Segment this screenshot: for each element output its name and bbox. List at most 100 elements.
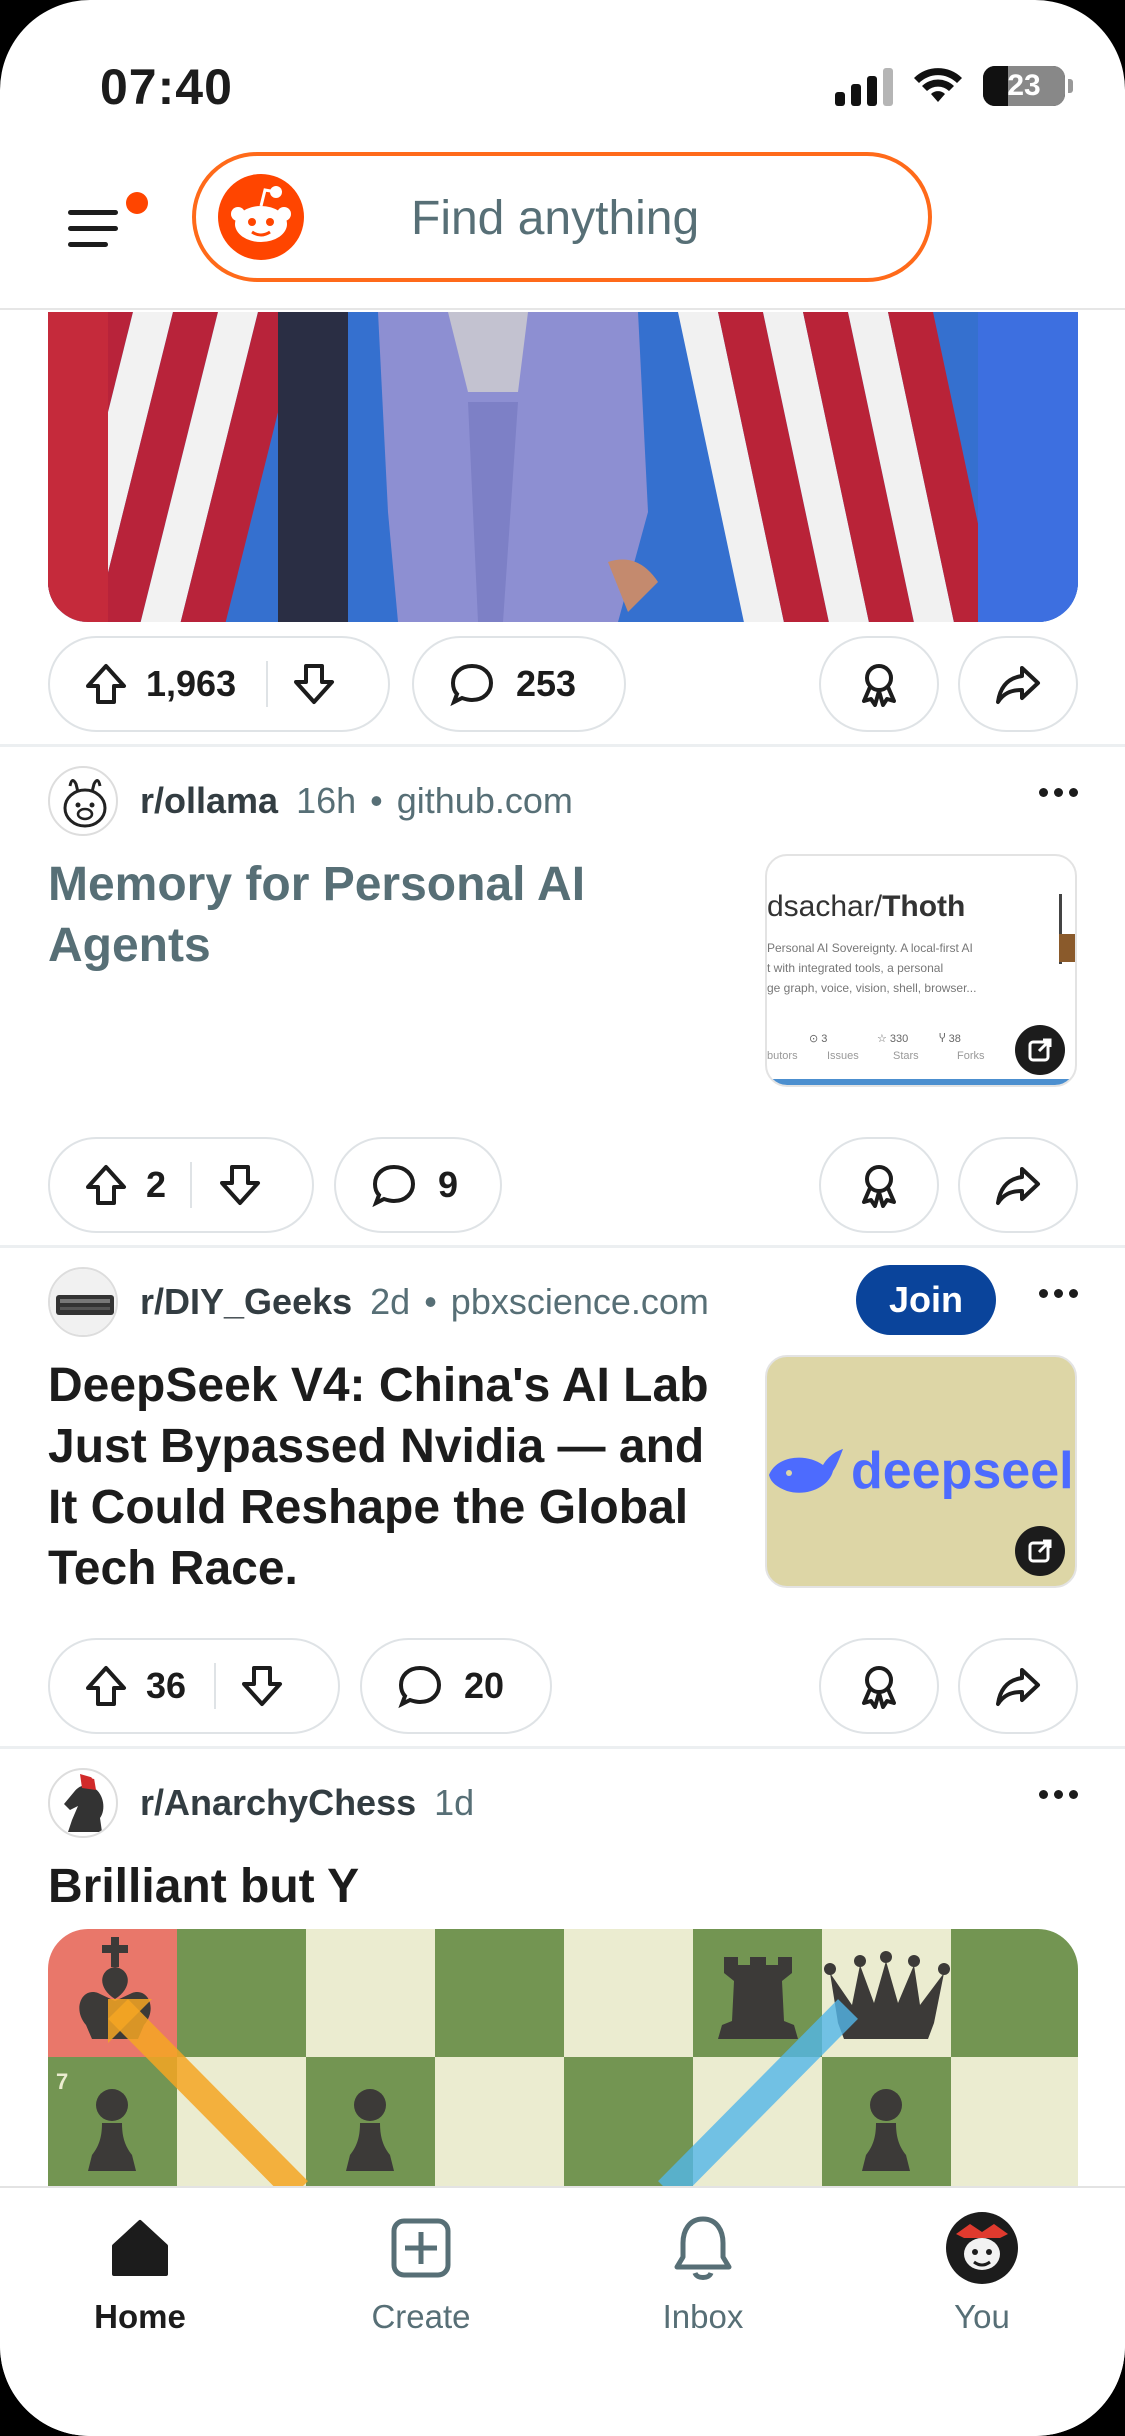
award-icon — [862, 664, 896, 707]
post-header: r/ollama 16h • github.com — [48, 766, 1078, 836]
battery-level: 23 — [1007, 69, 1041, 102]
thumb-heading: dsachar/Thoth — [767, 890, 966, 923]
post-actions: 2 9 — [48, 1137, 1078, 1233]
post-separator — [0, 744, 1125, 747]
status-bar: 07:40 23 — [0, 0, 1125, 150]
comment-icon — [372, 1164, 416, 1208]
downvote-icon[interactable] — [292, 662, 336, 706]
join-button[interactable]: Join — [856, 1265, 996, 1335]
nav-you-label: You — [954, 2298, 1010, 2335]
post-separator — [0, 1245, 1125, 1248]
status-icons: 23 — [835, 62, 1073, 110]
post-domain: pbxscience.com — [450, 1281, 709, 1322]
subreddit-name[interactable]: r/DIY_Geeks — [140, 1281, 352, 1323]
meta-dot: • — [424, 1281, 437, 1322]
share-button[interactable] — [958, 1137, 1078, 1233]
downvote-icon[interactable] — [240, 1664, 284, 1708]
subreddit-name[interactable]: r/AnarchyChess — [140, 1782, 416, 1824]
bottom-nav: Home Create Inbox You — [0, 2186, 1125, 2436]
thumb-bar — [767, 1079, 1075, 1085]
post-age: 2d — [370, 1281, 411, 1322]
home-icon — [40, 2208, 240, 2288]
wifi-icon — [914, 68, 962, 102]
top-bar: Find anything — [0, 140, 1125, 310]
post-image[interactable] — [48, 312, 1078, 622]
subreddit-avatar-diy-geeks[interactable] — [48, 1267, 118, 1337]
search-placeholder: Find anything — [411, 192, 700, 245]
subreddit-name[interactable]: r/ollama — [140, 780, 278, 822]
external-link-icon — [1015, 1526, 1065, 1576]
comments-button[interactable]: 20 — [360, 1638, 552, 1734]
post-title[interactable]: Brilliant but Y — [48, 1856, 359, 1917]
post-age: 1d — [434, 1782, 475, 1823]
comments-button[interactable]: 253 — [412, 636, 626, 732]
create-plus-icon — [321, 2208, 521, 2288]
award-button[interactable] — [819, 636, 939, 732]
deepseek-whale-icon — [769, 1449, 843, 1493]
more-options-icon[interactable] — [1039, 1790, 1078, 1799]
nav-inbox[interactable]: Inbox — [603, 2208, 803, 2336]
battery-icon: 23 — [983, 66, 1073, 106]
post-actions: 36 20 — [48, 1638, 1078, 1734]
comment-count: 253 — [516, 663, 577, 704]
more-options-icon[interactable] — [1039, 788, 1078, 797]
vote-control: 2 — [48, 1137, 314, 1233]
nav-create[interactable]: Create — [321, 2208, 521, 2336]
award-icon — [862, 1666, 896, 1709]
search-bar[interactable]: Find anything — [192, 152, 932, 282]
vote-divider — [266, 661, 269, 707]
post-title-line: DeepSeek V4: China's AI Lab — [48, 1359, 709, 1412]
post-title[interactable]: DeepSeek V4: China's AI Lab Just Bypasse… — [48, 1355, 709, 1599]
post-header: r/AnarchyChess 1d — [48, 1768, 1078, 1838]
comment-count: 9 — [438, 1164, 459, 1205]
share-icon — [996, 1167, 1040, 1205]
comment-icon — [450, 663, 494, 707]
more-options-icon[interactable] — [1039, 1289, 1078, 1298]
nav-you[interactable]: You — [882, 2208, 1082, 2336]
post-title-line: Just Bypassed Nvidia — and — [48, 1420, 705, 1473]
comment-count: 20 — [464, 1665, 505, 1706]
share-button[interactable] — [958, 1638, 1078, 1734]
share-button[interactable] — [958, 636, 1078, 732]
post-age: 16h — [296, 780, 357, 821]
nav-inbox-label: Inbox — [662, 2298, 744, 2335]
award-button[interactable] — [819, 1638, 939, 1734]
post-title-line: Tech Race. — [48, 1542, 298, 1595]
upvote-count: 1,963 — [146, 663, 237, 704]
vote-divider — [190, 1162, 193, 1208]
reddit-snoo-icon — [218, 174, 304, 260]
bell-icon — [603, 2208, 803, 2288]
subreddit-avatar-ollama[interactable] — [48, 766, 118, 836]
subreddit-avatar-anarchychess[interactable] — [48, 1768, 118, 1838]
thumb-figure — [1059, 894, 1075, 964]
phone-screen: 07:40 23 Find anything 1,963 253 r/ollam… — [0, 0, 1125, 2436]
hamburger-menu-icon[interactable] — [68, 202, 124, 252]
cellular-signal-icon — [835, 66, 893, 106]
award-button[interactable] — [819, 1137, 939, 1233]
upvote-icon[interactable] — [84, 1664, 128, 1708]
chess-board-image[interactable]: 7 — [48, 1929, 1078, 2187]
nav-create-label: Create — [371, 2298, 471, 2335]
vote-divider — [214, 1663, 217, 1709]
post-title[interactable]: Memory for Personal AI Agents — [48, 854, 585, 976]
meta-dot: • — [370, 780, 383, 821]
upvote-count: 2 — [146, 1164, 167, 1205]
link-thumbnail[interactable]: deepseel — [765, 1355, 1077, 1588]
post-actions: 1,963 253 — [48, 636, 1078, 732]
share-icon — [996, 666, 1040, 704]
board-rank-label: 7 — [56, 2069, 68, 2094]
thumb-brand: deepseel — [851, 1442, 1074, 1500]
link-thumbnail[interactable]: dsachar/Thoth Personal AI Sovereignty. A… — [765, 854, 1077, 1087]
nav-home-label: Home — [94, 2298, 186, 2335]
feed[interactable]: 1,963 253 r/ollama 16h • github.com Memo… — [0, 312, 1125, 2187]
upvote-icon[interactable] — [84, 662, 128, 706]
external-link-icon — [1015, 1025, 1065, 1075]
comments-button[interactable]: 9 — [334, 1137, 502, 1233]
upvote-count: 36 — [146, 1665, 187, 1706]
share-icon — [996, 1668, 1040, 1706]
post-header: r/DIY_Geeks 2d • pbxscience.com Join — [48, 1265, 1078, 1337]
downvote-icon[interactable] — [218, 1163, 262, 1207]
post-title-line: Memory for Personal AI — [48, 858, 586, 911]
upvote-icon[interactable] — [84, 1163, 128, 1207]
nav-home[interactable]: Home — [40, 2208, 240, 2336]
